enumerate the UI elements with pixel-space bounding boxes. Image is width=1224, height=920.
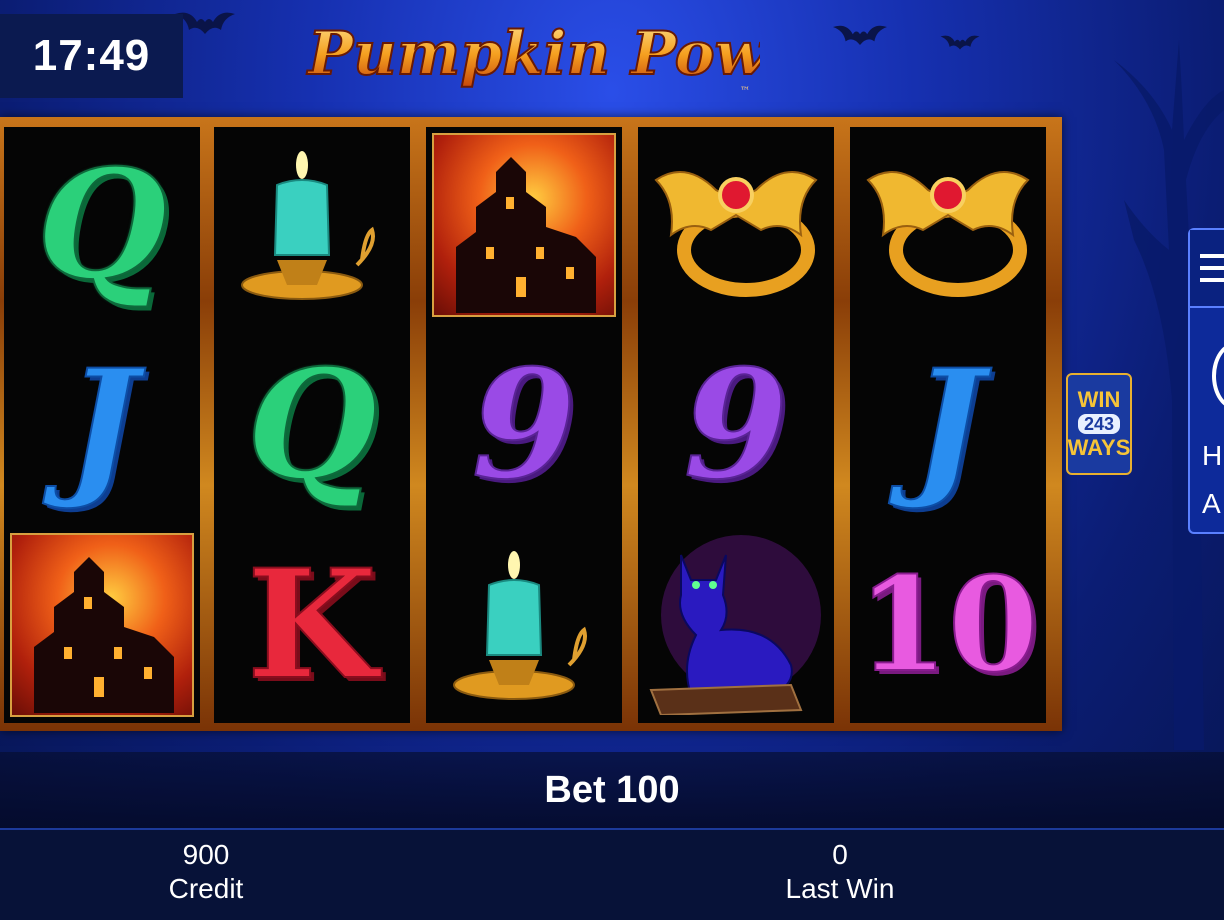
trademark-text: ™ bbox=[740, 86, 750, 97]
symbol-bat-ring bbox=[638, 127, 834, 323]
reel-4: 9 bbox=[638, 127, 834, 723]
clock-display: 17:49 bbox=[0, 14, 183, 98]
menu-button[interactable] bbox=[1190, 230, 1224, 308]
symbol-bat-ring bbox=[850, 127, 1046, 323]
last-win-value: 0 bbox=[832, 839, 848, 870]
status-bar: 900 Credit 0 Last Win bbox=[0, 828, 1224, 920]
symbol-haunted-house bbox=[4, 527, 200, 723]
game-logo: Pumpkin Power ™ bbox=[300, 2, 841, 102]
symbol-j: J bbox=[66, 337, 139, 513]
symbol-9: 9 bbox=[471, 337, 577, 513]
symbol-10: 10 bbox=[857, 548, 1040, 701]
side-panel[interactable]: H A bbox=[1188, 228, 1224, 534]
reel-5: J 10 bbox=[850, 127, 1046, 723]
bet-bar[interactable]: Bet 100 bbox=[0, 752, 1224, 828]
side-panel-text-1: H bbox=[1202, 440, 1223, 471]
symbol-candle bbox=[426, 527, 622, 723]
bat-icon bbox=[175, 12, 235, 34]
hamburger-icon bbox=[1200, 254, 1224, 258]
credit-display: 900 Credit bbox=[106, 830, 306, 906]
reel-1: Q J bbox=[4, 127, 200, 723]
symbol-j: J bbox=[912, 337, 985, 513]
last-win-display: 0 Last Win bbox=[740, 830, 940, 906]
reel-frame: Q J Q K 9 9 J 10 bbox=[0, 117, 1062, 731]
credit-label: Credit bbox=[168, 873, 244, 904]
symbol-9: 9 bbox=[683, 337, 789, 513]
symbol-candle bbox=[214, 127, 410, 323]
reel-2: Q K bbox=[214, 127, 410, 723]
bat-icon bbox=[833, 25, 887, 45]
game-title-text: Pumpkin Power bbox=[306, 19, 760, 89]
last-win-label: Last Win bbox=[785, 873, 895, 904]
symbol-k: K bbox=[246, 537, 378, 713]
bet-label[interactable]: Bet 100 bbox=[544, 769, 679, 812]
symbol-black-cat bbox=[638, 527, 834, 723]
symbol-haunted-house bbox=[426, 127, 622, 323]
reel-3: 9 bbox=[426, 127, 622, 723]
bat-icon bbox=[940, 35, 980, 50]
side-panel-text-2: A bbox=[1202, 488, 1221, 519]
win-243-ways-badge: WIN 243 WAYS bbox=[1066, 373, 1132, 475]
credit-value: 900 bbox=[182, 839, 230, 870]
symbol-q: Q bbox=[246, 337, 379, 513]
play-circle-icon[interactable] bbox=[1212, 342, 1224, 410]
symbol-q: Q bbox=[36, 137, 169, 313]
